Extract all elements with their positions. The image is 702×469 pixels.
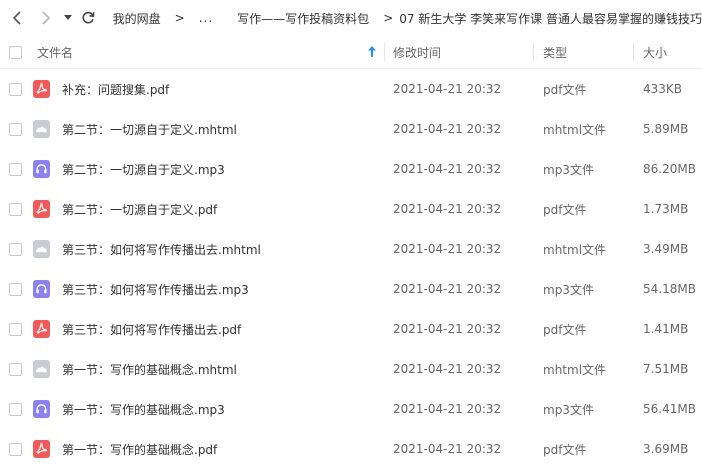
file-size: 1.41MB <box>643 322 689 336</box>
file-name[interactable]: 第三节：如何将写作传播出去.pdf <box>62 309 241 349</box>
file-name[interactable]: 第一节：写作的基础概念.mhtml <box>62 349 237 389</box>
file-type: mhtml文件 <box>543 122 607 137</box>
file-modified-time: 2021-04-21 20:32 <box>393 82 502 96</box>
file-size: 433KB <box>643 82 683 96</box>
pdf-icon <box>33 320 50 338</box>
column-divider[interactable] <box>384 43 385 61</box>
file-name[interactable]: 第二节：一切源自于定义.pdf <box>62 189 217 229</box>
pdf-icon <box>33 200 50 218</box>
row-checkbox[interactable] <box>9 123 22 136</box>
file-modified-time: 2021-04-21 20:32 <box>393 322 502 336</box>
file-list-header: 文件名 修改时间 类型 大小 <box>0 36 702 69</box>
back-button[interactable] <box>8 6 26 30</box>
file-row[interactable]: 第三节：如何将写作传播出去.mhtml 2021-04-21 20:32 mhtml… <box>0 229 702 269</box>
file-type: mp3文件 <box>543 282 594 297</box>
refresh-button[interactable] <box>79 6 97 30</box>
column-header-type[interactable]: 类型 <box>543 36 567 68</box>
chevron-right-icon <box>42 11 51 25</box>
file-row[interactable]: 第二节：一切源自于定义.pdf 2021-04-21 20:32 pdf文件 1.73… <box>0 189 702 229</box>
file-row[interactable]: 第三节：如何将写作传播出去.pdf 2021-04-21 20:32 pdf文件 1.… <box>0 309 702 349</box>
row-checkbox[interactable] <box>9 403 22 416</box>
file-modified-time: 2021-04-21 20:32 <box>393 442 502 456</box>
breadcrumb-current: 07 新生大学 李笑来写作课 普通人最容易掌握的赚钱技巧 <box>399 11 702 26</box>
headphones-icon <box>33 160 50 178</box>
headphones-icon <box>33 280 50 298</box>
file-type: pdf文件 <box>543 442 587 457</box>
cloud-file-icon <box>33 360 50 378</box>
column-divider[interactable] <box>533 43 534 61</box>
file-size: 86.20MB <box>643 162 696 176</box>
file-modified-time: 2021-04-21 20:32 <box>393 362 502 376</box>
file-row[interactable]: 第一节：写作的基础概念.mp3 2021-04-21 20:32 mp3文件 56.4… <box>0 389 702 429</box>
file-size: 54.18MB <box>643 282 696 296</box>
row-checkbox[interactable] <box>9 323 22 336</box>
column-header-modified[interactable]: 修改时间 <box>393 36 441 68</box>
file-size: 1.73MB <box>643 202 689 216</box>
file-type: pdf文件 <box>543 202 587 217</box>
history-dropdown-button[interactable] <box>61 6 75 30</box>
row-checkbox[interactable] <box>9 243 22 256</box>
file-name[interactable]: 补充：问题搜集.pdf <box>62 69 169 109</box>
forward-button[interactable] <box>38 6 56 30</box>
file-row[interactable]: 第三节：如何将写作传播出去.mp3 2021-04-21 20:32 mp3文件 54… <box>0 269 702 309</box>
file-row[interactable]: 第二节：一切源自于定义.mhtml 2021-04-21 20:32 mhtml文件… <box>0 109 702 149</box>
file-row[interactable]: 第一节：写作的基础概念.pdf 2021-04-21 20:32 pdf文件 3.69… <box>0 429 702 469</box>
caret-down-icon <box>64 15 73 20</box>
column-header-size[interactable]: 大小 <box>643 36 667 68</box>
file-name[interactable]: 第三节：如何将写作传播出去.mhtml <box>62 229 261 269</box>
file-type: mhtml文件 <box>543 362 607 377</box>
row-checkbox[interactable] <box>9 83 22 96</box>
file-type: mp3文件 <box>543 162 594 177</box>
file-row[interactable]: 补充：问题搜集.pdf 2021-04-21 20:32 pdf文件 433KB <box>0 69 702 109</box>
file-modified-time: 2021-04-21 20:32 <box>393 122 502 136</box>
row-checkbox[interactable] <box>9 203 22 216</box>
sort-ascending-icon[interactable] <box>368 46 376 57</box>
breadcrumb-root[interactable]: 我的网盘 <box>113 10 161 27</box>
breadcrumb-separator-icon: > <box>383 11 394 25</box>
file-modified-time: 2021-04-21 20:32 <box>393 162 502 176</box>
select-all-checkbox[interactable] <box>9 46 22 59</box>
file-size: 3.49MB <box>643 242 689 256</box>
file-type: pdf文件 <box>543 322 587 337</box>
file-name[interactable]: 第一节：写作的基础概念.pdf <box>62 429 217 469</box>
file-size: 56.41MB <box>643 402 696 416</box>
file-size: 7.51MB <box>643 362 689 376</box>
cloud-file-icon <box>33 120 50 138</box>
row-checkbox[interactable] <box>9 163 22 176</box>
breadcrumb-ellipsis[interactable]: ... <box>199 11 213 25</box>
row-checkbox[interactable] <box>9 443 22 456</box>
cloud-file-icon <box>33 240 50 258</box>
file-modified-time: 2021-04-21 20:32 <box>393 402 502 416</box>
breadcrumb-parent[interactable]: 写作——写作投稿资料包 <box>237 10 369 27</box>
file-size: 3.69MB <box>643 442 689 456</box>
column-divider[interactable] <box>633 43 634 61</box>
file-modified-time: 2021-04-21 20:32 <box>393 242 502 256</box>
file-type: mp3文件 <box>543 402 594 417</box>
file-type: mhtml文件 <box>543 242 607 257</box>
file-name[interactable]: 第三节：如何将写作传播出去.mp3 <box>62 269 249 309</box>
pdf-icon <box>33 440 50 458</box>
file-name[interactable]: 第二节：一切源自于定义.mp3 <box>62 149 225 189</box>
breadcrumb: 我的网盘 > ... 写作——写作投稿资料包 > 07 新生大学 李笑来写作课 … <box>113 10 702 27</box>
chevron-left-icon <box>12 11 21 25</box>
row-checkbox[interactable] <box>9 283 22 296</box>
headphones-icon <box>33 400 50 418</box>
file-row[interactable]: 第一节：写作的基础概念.mhtml 2021-04-21 20:32 mhtml文件… <box>0 349 702 389</box>
toolbar: 我的网盘 > ... 写作——写作投稿资料包 > 07 新生大学 李笑来写作课 … <box>0 0 702 36</box>
file-name[interactable]: 第一节：写作的基础概念.mp3 <box>62 389 225 429</box>
file-type: pdf文件 <box>543 82 587 97</box>
file-name[interactable]: 第二节：一切源自于定义.mhtml <box>62 109 237 149</box>
column-header-name[interactable]: 文件名 <box>37 36 73 68</box>
file-row[interactable]: 第二节：一切源自于定义.mp3 2021-04-21 20:32 mp3文件 86.2… <box>0 149 702 189</box>
file-modified-time: 2021-04-21 20:32 <box>393 202 502 216</box>
row-checkbox[interactable] <box>9 363 22 376</box>
refresh-icon <box>82 11 95 24</box>
file-size: 5.89MB <box>643 122 689 136</box>
file-modified-time: 2021-04-21 20:32 <box>393 282 502 296</box>
breadcrumb-separator-icon: > <box>174 11 185 25</box>
pdf-icon <box>33 80 50 98</box>
